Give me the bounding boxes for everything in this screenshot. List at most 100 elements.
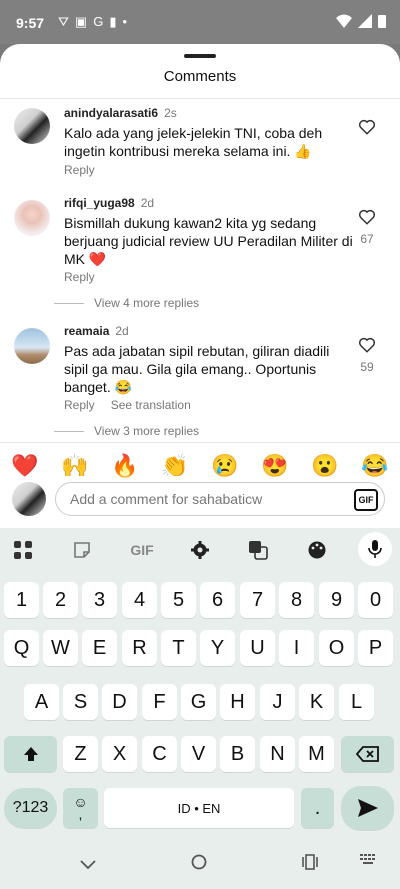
comment-username[interactable]: reamaia 2d <box>64 324 129 338</box>
settings-gear-icon[interactable] <box>187 538 213 562</box>
key-6[interactable]: 6 <box>200 582 235 618</box>
key-n[interactable]: N <box>260 736 295 772</box>
heart-icon[interactable] <box>358 208 376 226</box>
signal-icon <box>358 14 372 28</box>
key-m[interactable]: M <box>299 736 334 772</box>
reply-button[interactable]: Reply <box>64 163 95 177</box>
avatar[interactable] <box>14 328 50 364</box>
emoji-crying[interactable]: 😢 <box>211 453 238 479</box>
key-t[interactable]: T <box>161 630 196 666</box>
avatar[interactable] <box>14 200 50 236</box>
send-icon <box>357 799 378 817</box>
nav-back-chevron-icon[interactable] <box>80 854 96 875</box>
key-f[interactable]: F <box>142 684 177 720</box>
key-5[interactable]: 5 <box>161 582 196 618</box>
comment-item: anindyalarasati6 2s Kalo ada yang jelek-j… <box>0 106 400 186</box>
key-4[interactable]: 4 <box>122 582 157 618</box>
apps-grid-icon[interactable] <box>10 538 36 562</box>
nav-recents-icon[interactable] <box>302 854 318 875</box>
key-9[interactable]: 9 <box>319 582 354 618</box>
comment-item: rifqi_yuga98 2d Bismillah dukung kawan2 k… <box>0 196 400 316</box>
key-u[interactable]: U <box>240 630 275 666</box>
notification-icons: ⛛ ▣ G ▮ • <box>58 14 127 30</box>
theme-palette-icon[interactable] <box>304 538 330 562</box>
gif-tool[interactable]: GIF <box>126 538 158 562</box>
key-r[interactable]: R <box>122 630 157 666</box>
comment-input-placeholder: Add a comment for sahabaticw <box>70 491 263 507</box>
key-v[interactable]: V <box>181 736 216 772</box>
key-s[interactable]: S <box>63 684 98 720</box>
key-y[interactable]: Y <box>200 630 235 666</box>
microphone-icon[interactable] <box>358 532 392 566</box>
comment-input[interactable]: Add a comment for sahabaticw GIF <box>55 482 385 516</box>
keyboard-switch-icon[interactable] <box>360 854 376 869</box>
wifi-icon <box>336 14 352 28</box>
key-x[interactable]: X <box>102 736 137 772</box>
key-q[interactable]: Q <box>4 630 39 666</box>
google-icon: G <box>93 14 104 29</box>
emoji-fire[interactable]: 🔥 <box>111 453 138 479</box>
emoji-clap[interactable]: 👏 <box>161 453 188 479</box>
comment-time: 2d <box>140 196 155 210</box>
key-p[interactable]: P <box>358 630 393 666</box>
key-l[interactable]: L <box>339 684 374 720</box>
gif-button[interactable]: GIF <box>354 489 378 511</box>
emoji-heart-eyes[interactable]: 😍 <box>261 453 288 479</box>
comment-username[interactable]: rifqi_yuga98 2d <box>64 196 154 210</box>
see-translation-button[interactable]: See translation <box>111 398 191 412</box>
key-b[interactable]: B <box>220 736 255 772</box>
avatar[interactable] <box>14 108 50 144</box>
emoji-laughing[interactable]: 😂 <box>361 453 388 479</box>
key-h[interactable]: H <box>220 684 255 720</box>
comment-time: 2d <box>115 324 129 338</box>
comment-actions: Reply <box>64 163 95 177</box>
period-key[interactable]: . <box>301 788 334 828</box>
reply-button[interactable]: Reply <box>64 398 95 412</box>
key-1[interactable]: 1 <box>4 582 39 618</box>
key-a[interactable]: A <box>24 684 59 720</box>
space-key[interactable]: ID • EN <box>104 788 294 828</box>
keyboard-toolbar: GIF <box>0 528 400 572</box>
comment-actions: Reply See translation <box>64 398 191 412</box>
key-2[interactable]: 2 <box>43 582 78 618</box>
key-k[interactable]: K <box>299 684 334 720</box>
key-7[interactable]: 7 <box>240 582 275 618</box>
view-more-replies[interactable]: View 4 more replies <box>54 296 199 310</box>
key-w[interactable]: W <box>43 630 78 666</box>
key-c[interactable]: C <box>142 736 177 772</box>
emoji-raised-hands[interactable]: 🙌 <box>61 453 88 479</box>
send-key[interactable] <box>341 786 394 830</box>
key-j[interactable]: J <box>260 684 295 720</box>
translate-icon[interactable] <box>245 538 271 562</box>
heart-icon[interactable] <box>358 118 376 136</box>
drag-handle[interactable] <box>184 54 216 58</box>
symbols-key[interactable]: ?123 <box>4 788 57 828</box>
nav-home-icon[interactable] <box>191 854 207 875</box>
sticker-icon[interactable] <box>69 538 95 562</box>
view-more-replies[interactable]: View 3 more replies <box>54 424 199 438</box>
heart-icon[interactable] <box>358 336 376 354</box>
emoji-surprised[interactable]: 😮 <box>311 453 338 479</box>
key-0[interactable]: 0 <box>358 582 393 618</box>
backspace-key[interactable] <box>341 736 394 772</box>
navigation-bar <box>0 846 400 889</box>
key-d[interactable]: D <box>102 684 137 720</box>
status-bar: 9:57 ⛛ ▣ G ▮ • <box>0 0 400 44</box>
key-e[interactable]: E <box>82 630 117 666</box>
reply-button[interactable]: Reply <box>64 270 95 284</box>
key-i[interactable]: I <box>279 630 314 666</box>
dot-icon: • <box>122 14 128 29</box>
view-more-replies-label: View 3 more replies <box>94 424 200 438</box>
keyboard: GIF 1 2 3 4 5 6 7 8 9 0 Q W E R T Y U I … <box>0 528 400 889</box>
key-z[interactable]: Z <box>63 736 98 772</box>
key-8[interactable]: 8 <box>279 582 314 618</box>
comment-time: 2s <box>164 106 177 120</box>
emoji-heart[interactable]: ❤️ <box>11 453 38 479</box>
key-3[interactable]: 3 <box>82 582 117 618</box>
shift-key[interactable] <box>4 736 57 772</box>
divider <box>54 430 84 432</box>
key-g[interactable]: G <box>181 684 216 720</box>
emoji-comma-key[interactable]: ☺ , <box>63 788 98 828</box>
key-o[interactable]: O <box>319 630 354 666</box>
comment-username[interactable]: anindyalarasati6 2s <box>64 106 177 120</box>
